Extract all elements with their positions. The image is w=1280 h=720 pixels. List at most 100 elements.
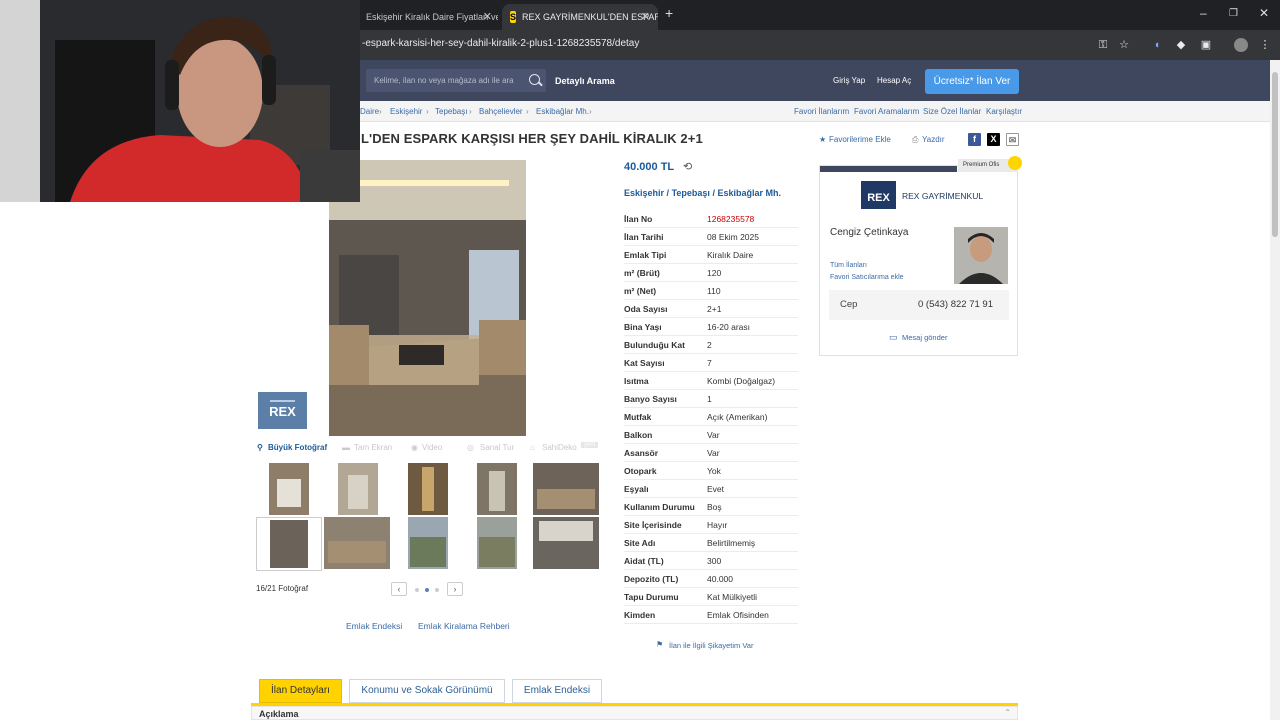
thumbnail[interactable]: [408, 517, 448, 569]
thumbnail[interactable]: [477, 517, 517, 569]
extension-icon[interactable]: ◖: [1150, 38, 1164, 52]
phone-number[interactable]: 0 (543) 822 71 91: [918, 299, 993, 310]
virtual-tour-tab[interactable]: Sanal Tur: [480, 443, 514, 452]
thumbnail[interactable]: [477, 463, 517, 515]
detail-value: Boş: [707, 502, 722, 512]
premium-medal-icon: [1008, 156, 1022, 170]
thumbnail[interactable]: [338, 463, 378, 515]
tab-market-index[interactable]: Emlak Endeksi: [512, 679, 602, 703]
breadcrumb-item[interactable]: Tepebaşı: [435, 107, 467, 116]
complaint-link[interactable]: İlan ile İlgili Şikayetim Var: [669, 641, 753, 650]
company-name[interactable]: REX GAYRİMENKUL: [902, 191, 983, 201]
location-district[interactable]: Tepebaşı: [672, 188, 710, 198]
login-link[interactable]: Giriş Yap: [833, 76, 865, 85]
collapse-chevron-icon[interactable]: ⌃: [1004, 708, 1011, 717]
next-photo-button[interactable]: ›: [447, 582, 463, 596]
rex-watermark-logo: REX: [258, 390, 307, 429]
thumbnail-selected[interactable]: [256, 517, 322, 571]
breadcrumb-separator: ›: [589, 107, 592, 116]
video-tab[interactable]: Video: [422, 443, 442, 452]
advanced-search-link[interactable]: Detaylı Arama: [555, 76, 615, 86]
photo-counter: 16/21 Fotoğraf: [256, 584, 309, 593]
detail-row: Banyo Sayısı 1: [624, 390, 798, 408]
add-favorite-link[interactable]: Favorilerime Ekle: [829, 135, 891, 144]
detail-value: Var: [707, 448, 720, 458]
menu-kebab-icon[interactable]: ⋮: [1258, 38, 1272, 52]
pager-dot-active[interactable]: [425, 588, 429, 592]
bookmark-star-icon[interactable]: ☆: [1117, 38, 1131, 52]
breadcrumb-item[interactable]: Eskibağlar Mh.: [536, 107, 589, 116]
thumbnail[interactable]: [533, 463, 599, 515]
browser-tab[interactable]: Eskişehir Kiralık Daire Fiyatları ve ✕: [358, 4, 498, 30]
message-icon[interactable]: ▭: [889, 332, 898, 343]
prev-photo-button[interactable]: ‹: [391, 582, 407, 596]
star-icon[interactable]: ★: [819, 135, 826, 144]
detail-value: 2+1: [707, 304, 722, 314]
minimize-icon[interactable]: –: [1200, 6, 1207, 20]
extensions-puzzle-icon[interactable]: ▣: [1199, 38, 1213, 52]
tab-listing-details[interactable]: İlan Detayları: [259, 679, 342, 703]
signup-link[interactable]: Hesap Aç: [877, 76, 911, 85]
tab-title: Eskişehir Kiralık Daire Fiyatları ve: [366, 12, 498, 22]
all-ads-link[interactable]: Tüm İlanları: [830, 262, 867, 269]
breadcrumb-item[interactable]: Bahçelievler: [479, 107, 523, 116]
compare-link[interactable]: Karşılaştır: [986, 107, 1022, 116]
email-share-icon[interactable]: ✉: [1006, 133, 1019, 146]
search-icon[interactable]: [529, 74, 540, 85]
detail-row: İlan Tarihi 08 Ekim 2025: [624, 228, 798, 246]
detail-key: Otopark: [624, 466, 657, 476]
key-icon[interactable]: ⚿: [1096, 38, 1110, 52]
x-twitter-icon[interactable]: X: [987, 133, 1000, 146]
detail-value: 1268235578: [707, 214, 755, 224]
pager-dot[interactable]: [415, 588, 419, 592]
detail-key: Oda Sayısı: [624, 304, 668, 314]
extension-diamond-icon[interactable]: ◆: [1174, 38, 1188, 52]
detail-row: İlan No 1268235578: [624, 210, 798, 228]
price-history-icon[interactable]: ⟲: [683, 161, 692, 173]
thumbnail[interactable]: [408, 463, 448, 515]
fullscreen-tab[interactable]: Tam Ekran: [354, 443, 392, 452]
thumbnail[interactable]: [324, 517, 390, 569]
scrollbar-thumb[interactable]: [1272, 72, 1278, 237]
location-neighborhood[interactable]: Eskibağlar Mh.: [717, 188, 781, 198]
close-tab-icon[interactable]: ✕: [641, 10, 650, 23]
breadcrumb-item[interactable]: Eskişehir: [390, 107, 422, 116]
facebook-icon[interactable]: f: [968, 133, 981, 146]
profile-avatar-icon[interactable]: [1234, 38, 1248, 52]
agent-name: Cengiz Çetinkaya: [830, 227, 909, 238]
send-message-link[interactable]: Mesaj gönder: [902, 333, 947, 342]
thumbnail[interactable]: [269, 463, 309, 515]
post-ad-button[interactable]: Ücretsiz* İlan Ver: [925, 69, 1019, 94]
special-ads-link[interactable]: Size Özel İlanlar: [923, 107, 981, 116]
rental-guide-link[interactable]: Emlak Kiralama Rehberi: [418, 621, 510, 631]
url-field[interactable]: -espark-karsisi-her-sey-dahil-kiralik-2-…: [362, 38, 639, 49]
tab-location-street-view[interactable]: Konumu ve Sokak Görünümü: [349, 679, 505, 703]
sahideko-tab[interactable]: SahiDeko: [542, 443, 577, 452]
detail-value: Hayır: [707, 520, 728, 530]
thumbnail[interactable]: [533, 517, 599, 569]
search-input[interactable]: Kelime, ilan no veya mağaza adı ile ara: [366, 69, 546, 92]
big-photo-button[interactable]: Büyük Fotoğraf: [268, 443, 327, 452]
favorite-searches-link[interactable]: Favori Aramalarım: [854, 107, 919, 116]
add-favorite-seller-link[interactable]: Favori Satıcılarıma ekle: [830, 274, 904, 281]
detail-key: m² (Brüt): [624, 268, 660, 278]
new-tab-button[interactable]: +: [665, 5, 673, 21]
close-window-icon[interactable]: ✕: [1259, 6, 1269, 20]
favorite-ads-link[interactable]: Favori İlanlarım: [794, 107, 849, 116]
rex-company-logo[interactable]: REX: [861, 181, 896, 209]
flag-icon[interactable]: ⚑: [656, 640, 663, 649]
pager-dot[interactable]: [435, 588, 439, 592]
description-header[interactable]: Açıklama ⌃: [251, 706, 1018, 720]
market-index-link[interactable]: Emlak Endeksi: [346, 621, 402, 631]
close-tab-icon[interactable]: ✕: [483, 10, 492, 23]
detail-value: Emlak Ofisinden: [707, 610, 769, 620]
magnifier-icon[interactable]: ⚲: [257, 443, 263, 452]
breadcrumb-item[interactable]: Daire: [360, 107, 379, 116]
browser-tab-active[interactable]: S REX GAYRİMENKUL'DEN ESPAR ✕: [502, 4, 658, 30]
location-city[interactable]: Eskişehir: [624, 188, 664, 198]
print-link[interactable]: Yazdır: [922, 135, 945, 144]
detail-value: 08 Ekim 2025: [707, 232, 759, 242]
restore-icon[interactable]: ❐: [1229, 8, 1238, 19]
print-icon[interactable]: ⎙: [912, 135, 918, 145]
agent-avatar: [954, 227, 1008, 284]
